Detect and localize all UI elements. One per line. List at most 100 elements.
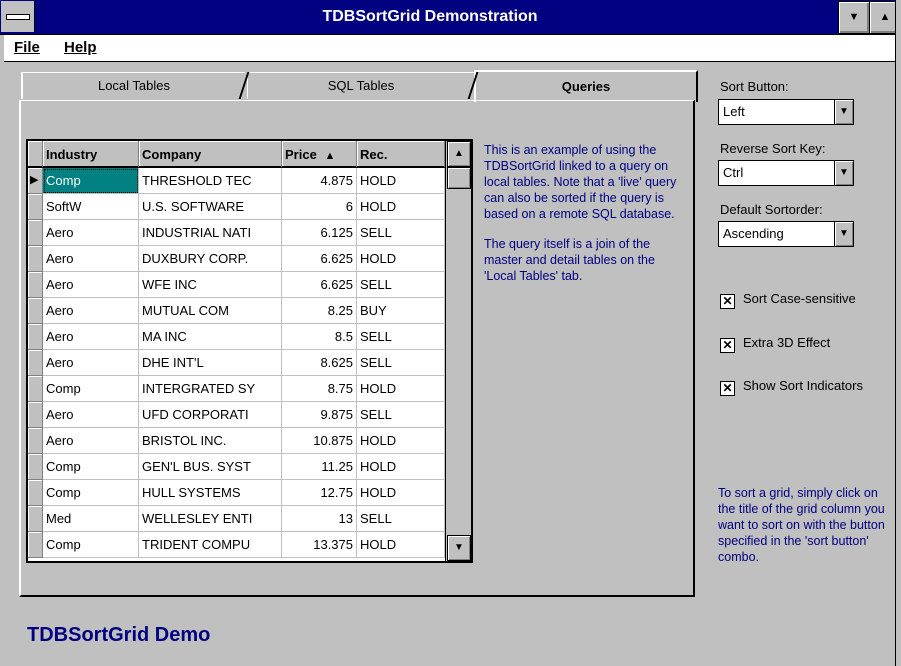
cell-company[interactable]: BRISTOL INC. [139, 428, 282, 454]
cell-company[interactable]: DUXBURY CORP. [139, 246, 282, 272]
cell-price[interactable]: 12.75 [282, 480, 357, 506]
cell-rec[interactable]: HOLD [357, 454, 445, 480]
cell-price[interactable]: 8.5 [282, 324, 357, 350]
cell-price[interactable]: 6.625 [282, 272, 357, 298]
column-header-company[interactable]: Company [139, 141, 282, 168]
cell-rec[interactable]: HOLD [357, 376, 445, 402]
cell-industry[interactable]: Comp [43, 532, 139, 558]
cell-price[interactable]: 4.875 [282, 168, 357, 194]
cell-rec[interactable]: SELL [357, 350, 445, 376]
dropdown-arrow-icon[interactable]: ▼ [834, 161, 853, 185]
sort-button-combo[interactable]: Left ▼ [718, 99, 854, 125]
cell-company[interactable]: TRIDENT COMPU [139, 532, 282, 558]
cell-company[interactable]: MUTUAL COM [139, 298, 282, 324]
cell-rec[interactable]: HOLD [357, 246, 445, 272]
reverse-sort-key-combo[interactable]: Ctrl ▼ [718, 160, 854, 186]
row-indicator[interactable] [28, 428, 43, 454]
system-menu-icon[interactable] [1, 1, 35, 32]
column-header-price[interactable]: Price ▲ [282, 141, 357, 168]
cell-industry[interactable]: SoftW [43, 194, 139, 220]
cell-industry[interactable]: Aero [43, 272, 139, 298]
cell-company[interactable]: UFD CORPORATI [139, 402, 282, 428]
row-indicator[interactable] [28, 272, 43, 298]
cell-rec[interactable]: HOLD [357, 480, 445, 506]
cell-price[interactable]: 9.875 [282, 402, 357, 428]
cell-price[interactable]: 13 [282, 506, 357, 532]
row-indicator[interactable] [28, 350, 43, 376]
cell-industry[interactable]: Comp [43, 376, 139, 402]
default-sortorder-combo[interactable]: Ascending ▼ [718, 221, 854, 247]
checkbox-checked-icon[interactable]: ✕ [720, 294, 735, 309]
extra-3d-effect-checkbox[interactable]: ✕ Extra 3D Effect [720, 335, 830, 353]
row-indicator[interactable] [28, 376, 43, 402]
cell-price[interactable]: 10.875 [282, 428, 357, 454]
cell-rec[interactable]: SELL [357, 272, 445, 298]
cell-price[interactable]: 6.125 [282, 220, 357, 246]
cell-industry[interactable]: Med [43, 506, 139, 532]
row-indicator[interactable] [28, 324, 43, 350]
cell-company[interactable]: U.S. SOFTWARE [139, 194, 282, 220]
dropdown-arrow-icon[interactable]: ▼ [834, 222, 853, 246]
row-indicator[interactable] [28, 246, 43, 272]
cell-company[interactable]: DHE INT'L [139, 350, 282, 376]
sort-case-sensitive-checkbox[interactable]: ✕ Sort Case-sensitive [720, 291, 856, 309]
menu-file[interactable]: File [14, 39, 40, 56]
cell-company[interactable]: MA INC [139, 324, 282, 350]
cell-company[interactable]: WFE INC [139, 272, 282, 298]
cell-price[interactable]: 8.75 [282, 376, 357, 402]
cell-price[interactable]: 6.625 [282, 246, 357, 272]
dropdown-arrow-icon[interactable]: ▼ [834, 100, 853, 124]
cell-company[interactable]: INDUSTRIAL NATI [139, 220, 282, 246]
cell-rec[interactable]: HOLD [357, 168, 445, 194]
cell-industry[interactable]: Aero [43, 220, 139, 246]
column-header-industry[interactable]: Industry [43, 141, 139, 168]
cell-price[interactable]: 6 [282, 194, 357, 220]
scroll-down-button[interactable]: ▼ [447, 535, 471, 561]
cell-rec[interactable]: HOLD [357, 532, 445, 558]
row-indicator[interactable] [28, 220, 43, 246]
cell-company[interactable]: HULL SYSTEMS [139, 480, 282, 506]
cell-price[interactable]: 11.25 [282, 454, 357, 480]
cell-industry[interactable]: Aero [43, 298, 139, 324]
cell-company[interactable]: THRESHOLD TEC [139, 168, 282, 194]
row-indicator[interactable] [28, 298, 43, 324]
cell-industry[interactable]: Comp [43, 454, 139, 480]
column-header-rec[interactable]: Rec. [357, 141, 445, 168]
cell-rec[interactable]: BUY [357, 298, 445, 324]
cell-company[interactable]: INTERGRATED SY [139, 376, 282, 402]
cell-industry[interactable]: Comp [43, 168, 139, 194]
row-indicator[interactable] [28, 194, 43, 220]
row-indicator[interactable] [28, 402, 43, 428]
cell-industry[interactable]: Aero [43, 402, 139, 428]
row-indicator[interactable] [28, 480, 43, 506]
tab-sql-tables[interactable]: SQL Tables [247, 72, 474, 99]
scroll-up-button[interactable]: ▲ [447, 141, 471, 167]
cell-price[interactable]: 8.625 [282, 350, 357, 376]
row-indicator[interactable] [28, 454, 43, 480]
cell-price[interactable]: 8.25 [282, 298, 357, 324]
menu-help[interactable]: Help [64, 39, 97, 56]
scroll-thumb[interactable] [447, 167, 471, 189]
checkbox-checked-icon[interactable]: ✕ [720, 338, 735, 353]
show-sort-indicators-checkbox[interactable]: ✕ Show Sort Indicators [720, 378, 863, 396]
title-bar[interactable]: TDBSortGrid Demonstration ▼ ▲ [0, 0, 901, 35]
checkbox-checked-icon[interactable]: ✕ [720, 381, 735, 396]
row-indicator[interactable] [28, 532, 43, 558]
cell-industry[interactable]: Aero [43, 428, 139, 454]
cell-rec[interactable]: SELL [357, 402, 445, 428]
sort-grid[interactable]: Industry Company Price ▲ Rec. ▶ Comp THRES… [26, 139, 473, 563]
cell-industry[interactable]: Aero [43, 246, 139, 272]
tab-local-tables[interactable]: Local Tables [21, 72, 245, 99]
current-row-indicator[interactable]: ▶ [28, 168, 43, 194]
cell-company[interactable]: GEN'L BUS. SYST [139, 454, 282, 480]
cell-rec[interactable]: SELL [357, 324, 445, 350]
row-indicator[interactable] [28, 506, 43, 532]
cell-rec[interactable]: SELL [357, 220, 445, 246]
cell-industry[interactable]: Aero [43, 350, 139, 376]
cell-industry[interactable]: Aero [43, 324, 139, 350]
cell-rec[interactable]: HOLD [357, 194, 445, 220]
cell-price[interactable]: 13.375 [282, 532, 357, 558]
cell-company[interactable]: WELLESLEY ENTI [139, 506, 282, 532]
cell-rec[interactable]: HOLD [357, 428, 445, 454]
cell-rec[interactable]: SELL [357, 506, 445, 532]
